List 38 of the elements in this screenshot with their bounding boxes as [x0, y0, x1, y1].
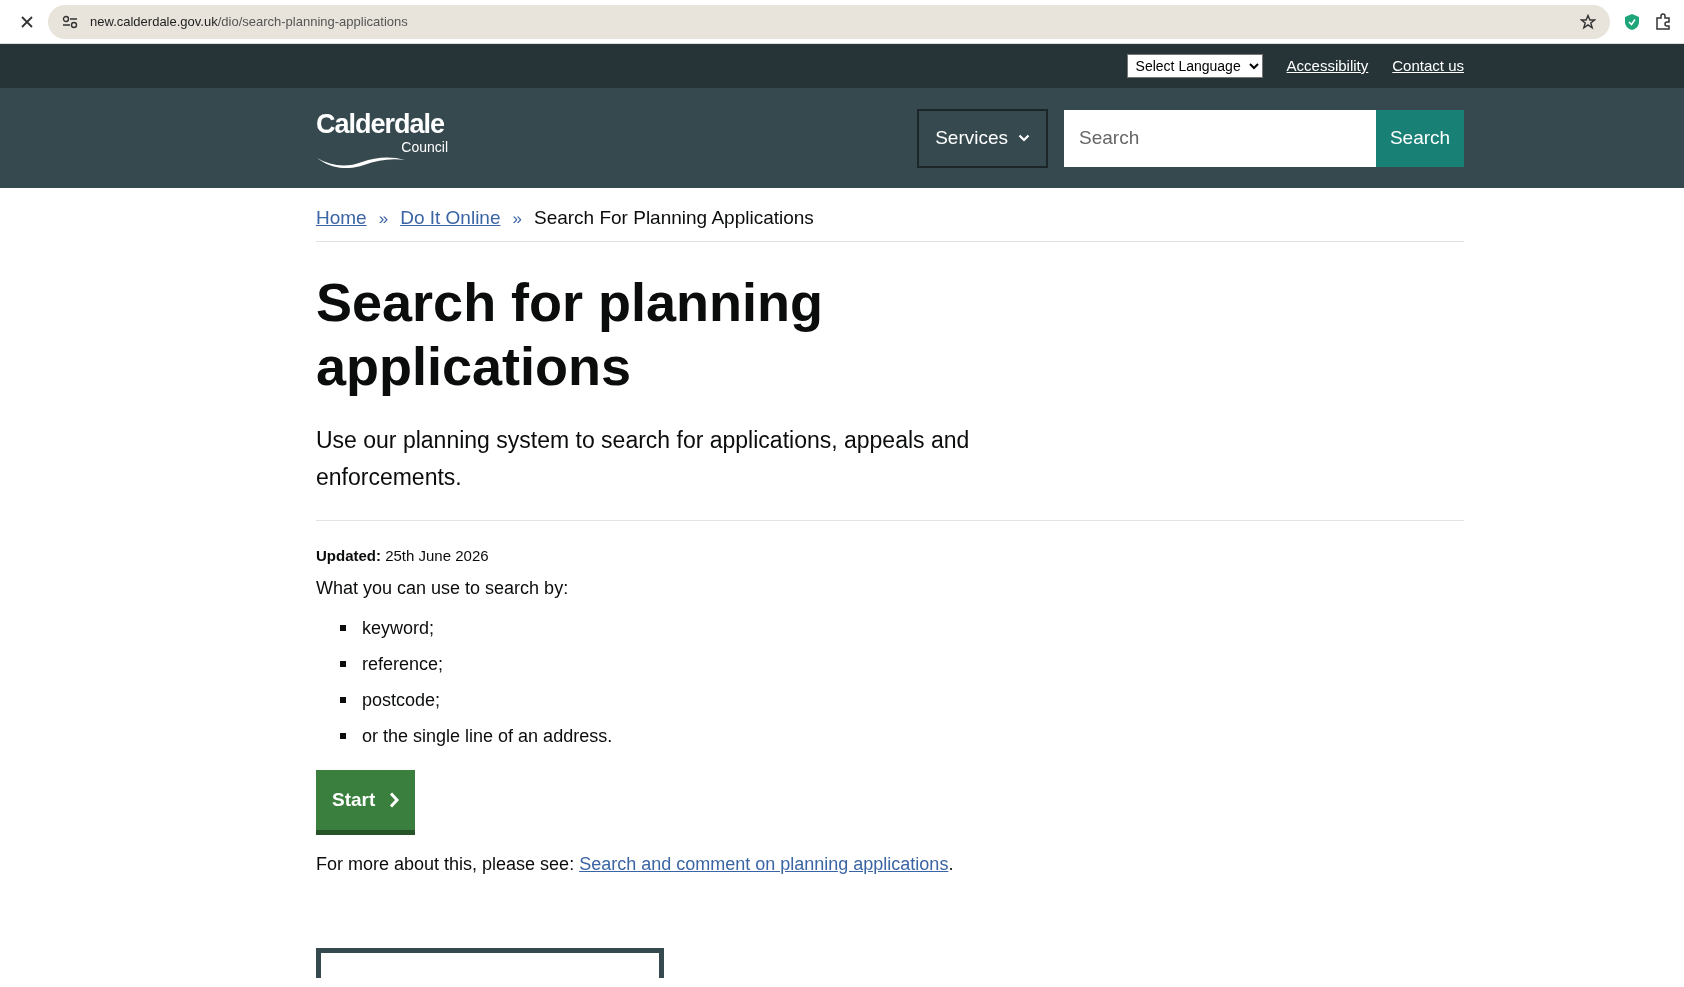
- updated-date: Updated: 25th June 2026: [316, 545, 490, 566]
- site-info-icon[interactable]: [62, 14, 78, 29]
- logo-text[interactable]: Calderdale: [316, 107, 448, 141]
- breadcrumb-link[interactable]: Home: [316, 204, 367, 233]
- breadcrumb-separator: »: [377, 207, 390, 230]
- star-icon[interactable]: [1580, 13, 1596, 30]
- search-button[interactable]: Search: [1376, 109, 1464, 167]
- shield-icon[interactable]: [1624, 12, 1640, 31]
- header-link[interactable]: Accessibility: [1286, 54, 1369, 78]
- page-title: Search for planning applications: [316, 270, 825, 398]
- page-lead: Use our planning system to search for applications, appeals and enforcements.: [316, 425, 971, 492]
- bullet-icon: [340, 697, 346, 703]
- url-text: new.calderdale.gov.uk/dio/search-planning-applications: [90, 12, 408, 31]
- language-select[interactable]: Select Language: [1126, 54, 1263, 78]
- header-link[interactable]: Contact us: [1392, 54, 1464, 78]
- list-item: keyword;: [362, 616, 435, 640]
- start-button[interactable]: Start: [316, 770, 416, 835]
- period-text: .: [948, 854, 954, 874]
- breadcrumb-separator: »: [511, 207, 523, 230]
- search-field[interactable]: Search: [1064, 109, 1376, 167]
- breadcrumb-current: Search For Planning Applications: [533, 206, 814, 230]
- more-text: For more about this, please see:: [316, 854, 576, 874]
- services-button[interactable]: Services: [917, 108, 1048, 168]
- bullet-icon: [340, 661, 346, 667]
- close-icon[interactable]: [20, 14, 34, 29]
- chevron-right-icon: [389, 792, 400, 808]
- address-bar[interactable]: new.calderdale.gov.uk/dio/search-planning-applications: [48, 4, 1610, 39]
- bullet-icon: [340, 625, 346, 631]
- list-item: reference;: [362, 652, 444, 676]
- bullet-icon: [340, 733, 346, 739]
- chevron-down-icon: [1018, 134, 1030, 142]
- list-item: postcode;: [362, 688, 441, 712]
- puzzle-icon[interactable]: [1654, 12, 1672, 31]
- logo-subtitle[interactable]: Council: [316, 140, 448, 155]
- intro-text: What you can use to search by:: [316, 577, 570, 600]
- more-link[interactable]: Search and comment on planning applications: [579, 854, 949, 874]
- breadcrumb-link[interactable]: Do It Online: [400, 204, 501, 233]
- list-item: or the single line of an address.: [362, 724, 613, 748]
